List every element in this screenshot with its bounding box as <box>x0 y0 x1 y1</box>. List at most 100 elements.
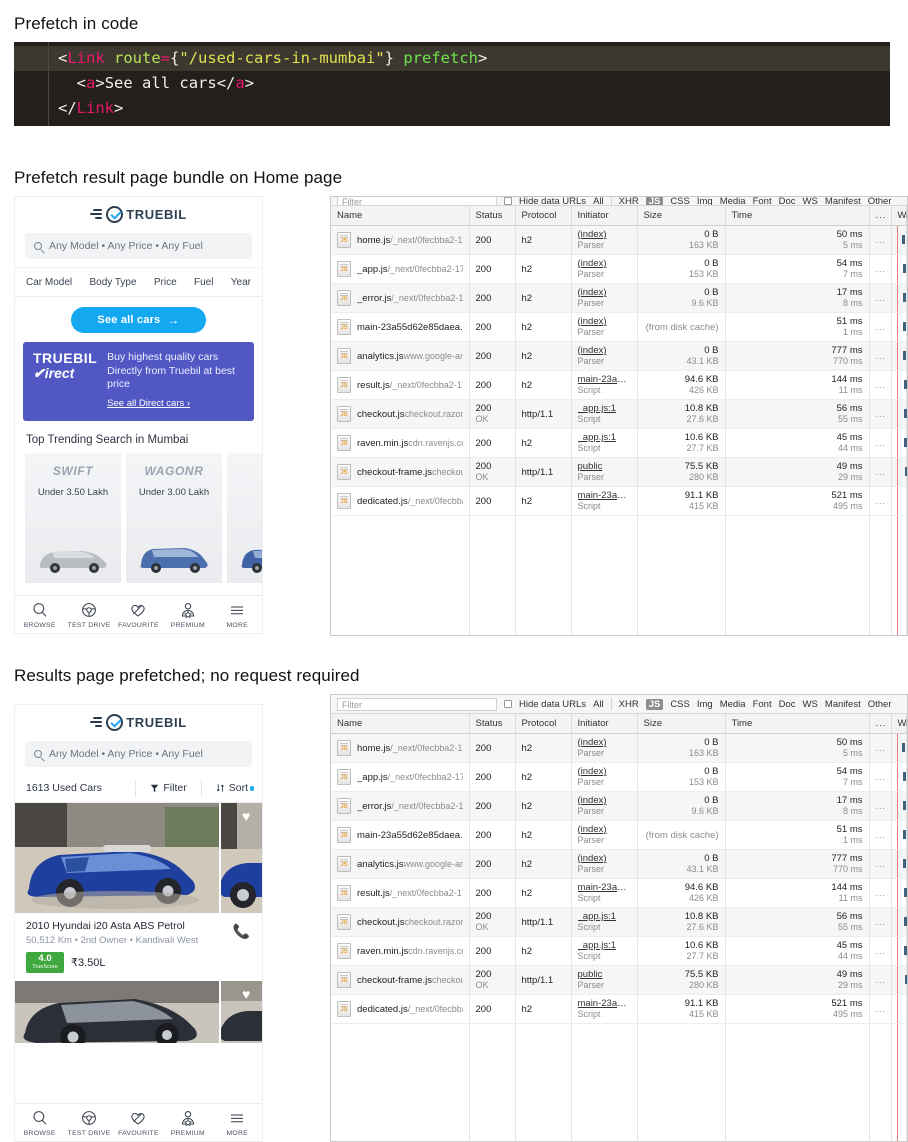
tab-premium[interactable]: PREMIUM <box>163 601 212 629</box>
cell-name[interactable]: checkout.jscheckout.razorpay.com/v1 <box>331 907 470 937</box>
cell-initiator[interactable]: (index) Parser <box>571 733 638 763</box>
initiator-link[interactable]: main-23a55... <box>578 998 631 1009</box>
type-filter-font[interactable]: Font <box>753 699 772 710</box>
cell-name[interactable]: main-23a55d62e85daea.../_next/static/com… <box>331 820 470 850</box>
initiator-link[interactable]: (index) <box>578 229 631 240</box>
table-row[interactable]: checkout.jscheckout.razorpay.com/v1200OK… <box>331 399 907 429</box>
cell-more-menu[interactable]: ... <box>869 341 892 371</box>
type-filter-other[interactable]: Other <box>868 197 892 205</box>
tab-browse[interactable]: BROWSE <box>15 601 64 629</box>
cell-more-menu[interactable]: ... <box>869 283 892 313</box>
cell-initiator[interactable]: (index) Parser <box>571 341 638 371</box>
table-row[interactable]: checkout-frame.jscheckout.razorpay.com/v… <box>331 965 907 995</box>
tab-more[interactable]: MORE <box>213 1109 262 1137</box>
cell-initiator[interactable]: (index) Parser <box>571 762 638 792</box>
table-row[interactable]: checkout.jscheckout.razorpay.com/v1200OK… <box>331 907 907 937</box>
filter-input[interactable]: Filter <box>337 197 497 205</box>
type-filter-img[interactable]: Img <box>697 699 713 710</box>
initiator-link[interactable]: _app.js:1 <box>578 432 631 443</box>
cell-more-menu[interactable]: ... <box>869 486 892 516</box>
cell-more-menu[interactable]: ... <box>869 762 892 792</box>
cell-name[interactable]: analytics.jswww.google-analytics.c... <box>331 341 470 371</box>
hide-data-urls-checkbox[interactable] <box>504 197 512 205</box>
column-header-protocol[interactable]: Protocol <box>515 714 572 734</box>
initiator-link[interactable]: public <box>578 969 631 980</box>
type-filter-font[interactable]: Font <box>753 197 772 205</box>
cell-more-menu[interactable]: ... <box>869 936 892 966</box>
tab-favourite[interactable]: FAVOURITE <box>114 601 163 629</box>
cell-more-menu[interactable]: ... <box>869 791 892 821</box>
cell-name[interactable]: _app.js/_next/0fecbba2-1716-4... <box>331 762 470 792</box>
cell-name[interactable]: main-23a55d62e85daea.../_next/static/com… <box>331 312 470 342</box>
initiator-link[interactable]: (index) <box>578 345 631 356</box>
search-input-results[interactable]: Any Model • Any Price • Any Fuel <box>25 741 252 767</box>
column-header-waterfall[interactable]: Waterfall <box>891 206 907 226</box>
listing-photo-carousel[interactable]: ♥ <box>15 803 262 913</box>
column-header-size[interactable]: Size <box>637 206 726 226</box>
cell-more-menu[interactable]: ... <box>869 994 892 1024</box>
column-header-protocol[interactable]: Protocol <box>515 206 572 226</box>
table-row[interactable]: dedicated.js/_next/0fecbba2-1716-4... 200… <box>331 994 907 1024</box>
initiator-link[interactable]: (index) <box>578 853 631 864</box>
cell-name[interactable]: analytics.jswww.google-analytics.c... <box>331 849 470 879</box>
cell-more-menu[interactable]: ... <box>869 878 892 908</box>
column-header-time[interactable]: Time <box>725 714 870 734</box>
type-filter-all[interactable]: All <box>593 197 604 205</box>
cell-more-menu[interactable]: ... <box>869 457 892 487</box>
column-header-initiator[interactable]: Initiator <box>571 206 638 226</box>
cell-name[interactable]: raven.min.jscdn.ravenjs.com/3.22.1 <box>331 428 470 458</box>
cell-name[interactable]: home.js/_next/0fecbba2-1716-4... <box>331 225 470 255</box>
cell-name[interactable]: result.js/_next/0fecbba2-1716-4... <box>331 370 470 400</box>
column-header-more[interactable]: ... <box>869 714 892 734</box>
column-header-status[interactable]: Status <box>469 206 516 226</box>
devtools-filter-bar-clipped[interactable]: Filter Hide data URLs All XHR JS CSS Img… <box>331 197 907 206</box>
see-all-direct-cars-link[interactable]: See all Direct cars › <box>107 398 190 409</box>
cell-more-menu[interactable]: ... <box>869 907 892 937</box>
cell-more-menu[interactable]: ... <box>869 312 892 342</box>
cell-more-menu[interactable]: ... <box>869 733 892 763</box>
hide-data-urls-checkbox[interactable] <box>504 700 512 708</box>
table-row[interactable]: _app.js/_next/0fecbba2-1716-4... 200 h2 (in… <box>331 762 907 792</box>
cell-name[interactable]: _error.js/_next/0fecbba2-1716-4... <box>331 791 470 821</box>
cell-initiator[interactable]: (index) Parser <box>571 849 638 879</box>
filter-input[interactable]: Filter <box>337 697 497 711</box>
cell-name[interactable]: dedicated.js/_next/0fecbba2-1716-4... <box>331 486 470 516</box>
type-filter-css[interactable]: CSS <box>670 197 690 205</box>
cell-initiator[interactable]: _app.js:1 Script <box>571 428 638 458</box>
table-row[interactable]: main-23a55d62e85daea.../_next/static/com… <box>331 312 907 342</box>
cell-name[interactable]: raven.min.jscdn.ravenjs.com/3.22.1 <box>331 936 470 966</box>
cell-name[interactable]: checkout-frame.jscheckout.razorpay.com/v… <box>331 457 470 487</box>
initiator-link[interactable]: main-23a55... <box>578 490 631 501</box>
cell-initiator[interactable]: public Parser <box>571 965 638 995</box>
type-filter-ws[interactable]: WS <box>803 197 818 205</box>
column-header-time[interactable]: Time <box>725 206 870 226</box>
type-filter-xhr[interactable]: XHR <box>619 699 639 710</box>
type-filter-css[interactable]: CSS <box>670 699 690 710</box>
cell-name[interactable]: checkout.jscheckout.razorpay.com/v1 <box>331 399 470 429</box>
phone-call-icon[interactable]: 📞 <box>233 923 250 940</box>
cell-initiator[interactable]: (index) Parser <box>571 791 638 821</box>
initiator-link[interactable]: _app.js:1 <box>578 403 631 414</box>
trending-carousel[interactable]: SWIFT Under 3.50 Lakh WAGONR Under 3.00 … <box>15 452 262 583</box>
devtools-filter-bar[interactable]: Filter Hide data URLs All XHR JS CSS Img… <box>331 695 907 714</box>
cell-name[interactable]: _error.js/_next/0fecbba2-1716-4... <box>331 283 470 313</box>
table-row[interactable]: home.js/_next/0fecbba2-1716-4... 200 h2 (in… <box>331 733 907 763</box>
table-row[interactable]: checkout-frame.jscheckout.razorpay.com/v… <box>331 457 907 487</box>
cell-more-menu[interactable]: ... <box>869 225 892 255</box>
type-filter-media[interactable]: Media <box>720 197 746 205</box>
facet-fuel[interactable]: Fuel <box>194 277 213 288</box>
table-row[interactable]: analytics.jswww.google-analytics.c... 200… <box>331 341 907 371</box>
search-input-home[interactable]: Any Model • Any Price • Any Fuel <box>25 233 252 259</box>
facet-body-type[interactable]: Body Type <box>89 277 136 288</box>
cell-initiator[interactable]: (index) Parser <box>571 312 638 342</box>
type-filter-other[interactable]: Other <box>868 699 892 710</box>
type-filter-js[interactable]: JS <box>645 197 664 205</box>
table-row[interactable]: _error.js/_next/0fecbba2-1716-4... 200 h2 (… <box>331 283 907 313</box>
column-header-status[interactable]: Status <box>469 714 516 734</box>
tab-browse[interactable]: BROWSE <box>15 1109 64 1137</box>
cell-initiator[interactable]: _app.js:1 Script <box>571 907 638 937</box>
cell-more-menu[interactable]: ... <box>869 399 892 429</box>
cell-initiator[interactable]: public Parser <box>571 457 638 487</box>
cell-more-menu[interactable]: ... <box>869 254 892 284</box>
table-row[interactable]: dedicated.js/_next/0fecbba2-1716-4... 200… <box>331 486 907 516</box>
